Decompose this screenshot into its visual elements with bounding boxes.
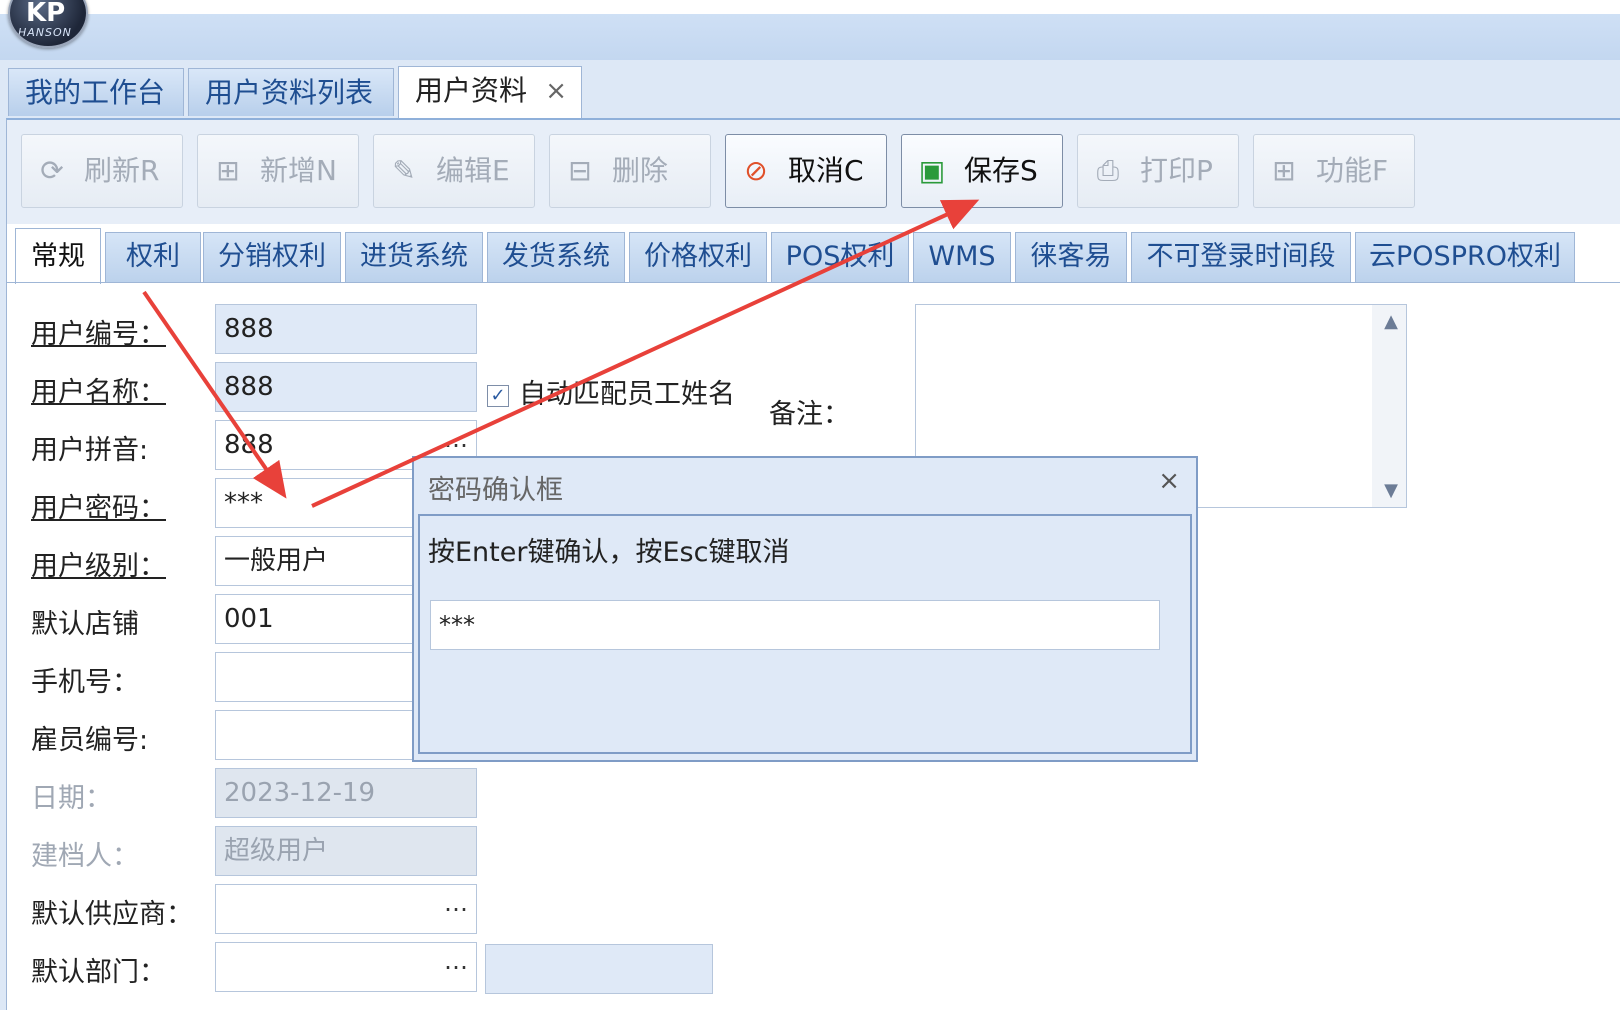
dialog-message: 按Enter键确认，按Esc键取消	[428, 537, 790, 568]
button-label: 保存S	[964, 154, 1038, 187]
refresh-icon: ⟳	[40, 154, 64, 187]
tab-no-login-period[interactable]: 不可登录时间段	[1131, 232, 1351, 282]
field-value: 888	[224, 314, 274, 344]
department-name-field	[485, 944, 713, 994]
default-department-label: 默认部门：	[31, 957, 166, 988]
scroll-up-icon[interactable]: ▲	[1384, 311, 1398, 332]
save-icon: ▣	[918, 154, 946, 187]
field-value: 888	[224, 430, 274, 460]
default-department-field[interactable]: …	[215, 942, 477, 992]
add-button[interactable]: ⊞ 新增N	[197, 134, 359, 208]
date-label: 日期：	[31, 783, 112, 814]
doc-tab-user-list[interactable]: 用户资料列表	[188, 68, 394, 116]
tab-cloud-pospro-rights[interactable]: 云POSPRO权利	[1355, 232, 1575, 282]
close-icon[interactable]: ×	[1158, 466, 1180, 496]
logo-subtext: HANSON	[18, 26, 72, 39]
remark-label: 备注：	[769, 399, 850, 430]
checkbox-check-icon[interactable]: ✓	[487, 384, 509, 407]
tab-price-rights[interactable]: 价格权利	[629, 232, 767, 282]
button-label: 删除	[612, 154, 669, 187]
tab-purchase-system[interactable]: 进货系统	[345, 232, 483, 282]
creator-label: 建档人：	[31, 841, 139, 872]
close-icon[interactable]: ×	[545, 67, 567, 115]
button-label: 刷新R	[84, 154, 160, 187]
tab-distribution-rights[interactable]: 分销权利	[203, 232, 341, 282]
default-supplier-label: 默认供应商：	[31, 899, 193, 930]
tab-general[interactable]: 常规	[15, 228, 101, 284]
user-id-label: 用户编号：	[31, 319, 166, 350]
dialog-body: 按Enter键确认，按Esc键取消 ***	[418, 514, 1192, 754]
field-value: 001	[224, 604, 274, 634]
cancel-icon: ⊘	[744, 154, 768, 187]
delete-button[interactable]: ⊟ 删除	[549, 134, 711, 208]
field-value: ***	[224, 488, 263, 518]
doc-tab-label: 用户资料列表	[205, 76, 374, 109]
more-icon[interactable]: …	[444, 885, 468, 927]
refresh-button[interactable]: ⟳ 刷新R	[21, 134, 183, 208]
logo-text: KP	[26, 0, 66, 28]
doc-tab-label: 我的工作台	[25, 76, 166, 109]
dialog-title: 密码确认框	[428, 475, 563, 506]
print-icon: ⎙	[1096, 154, 1120, 187]
user-name-label: 用户名称：	[31, 377, 166, 408]
user-pinyin-label: 用户拼音:	[31, 435, 149, 466]
user-name-field[interactable]: 888	[215, 362, 477, 412]
remark-scrollbar[interactable]	[1372, 305, 1406, 507]
default-store-label: 默认店铺	[31, 609, 139, 640]
button-label: 功能F	[1316, 154, 1389, 187]
doc-tab-user-profile[interactable]: 用户资料 ×	[398, 66, 582, 120]
user-password-label: 用户密码：	[31, 493, 166, 524]
checkbox-label: 自动匹配员工姓名	[519, 379, 735, 410]
field-value: 2023-12-19	[224, 778, 376, 808]
confirm-password-input[interactable]: ***	[430, 600, 1160, 650]
button-label: 新增N	[260, 154, 337, 187]
scroll-down-icon[interactable]: ▼	[1384, 480, 1398, 501]
field-value: 一般用户	[224, 546, 329, 576]
creator-field: 超级用户	[215, 826, 477, 876]
tab-laikeyi[interactable]: 徕客易	[1015, 232, 1127, 282]
tab-pos-rights[interactable]: POS权利	[771, 232, 909, 282]
delete-icon: ⊟	[568, 154, 592, 187]
save-button[interactable]: ▣ 保存S	[901, 134, 1063, 208]
button-label: 取消C	[788, 154, 864, 187]
app-logo: KP HANSON	[8, 0, 88, 48]
print-button[interactable]: ⎙ 打印P	[1077, 134, 1239, 208]
app-header-bar: KP HANSON	[0, 0, 1620, 60]
more-icon[interactable]: …	[444, 943, 468, 985]
cancel-button[interactable]: ⊘ 取消C	[725, 134, 887, 208]
add-icon: ⊞	[216, 154, 240, 187]
tab-shipping-system[interactable]: 发货系统	[487, 232, 625, 282]
doc-tab-label: 用户资料	[415, 74, 528, 107]
auto-match-checkbox[interactable]: ✓ 自动匹配员工姓名	[487, 372, 735, 411]
user-id-field[interactable]: 888	[215, 304, 477, 354]
user-level-label: 用户级别：	[31, 551, 166, 582]
edit-icon: ✎	[392, 154, 416, 187]
toolbar: ⟳ 刷新R ⊞ 新增N ✎ 编辑E ⊟ 删除 ⊘ 取消C ▣ 保存S ⎙ 打印P…	[7, 120, 1620, 224]
employee-id-label: 雇员编号:	[31, 725, 149, 756]
edit-button[interactable]: ✎ 编辑E	[373, 134, 535, 208]
mobile-label: 手机号：	[31, 667, 139, 698]
date-field: 2023-12-19	[215, 768, 477, 818]
field-value: ***	[439, 611, 475, 639]
tab-wms[interactable]: WMS	[913, 232, 1011, 282]
field-value: 超级用户	[224, 836, 329, 866]
password-confirm-dialog: 密码确认框 × 按Enter键确认，按Esc键取消 ***	[412, 456, 1198, 762]
default-supplier-field[interactable]: …	[215, 884, 477, 934]
button-label: 编辑E	[436, 154, 510, 187]
function-button[interactable]: ⊞ 功能F	[1253, 134, 1415, 208]
field-value: 888	[224, 372, 274, 402]
function-icon: ⊞	[1272, 154, 1296, 187]
tab-divider	[7, 282, 1620, 283]
tab-rights[interactable]: 权利	[105, 232, 201, 282]
button-label: 打印P	[1140, 154, 1213, 187]
doc-tab-workbench[interactable]: 我的工作台	[8, 68, 184, 116]
